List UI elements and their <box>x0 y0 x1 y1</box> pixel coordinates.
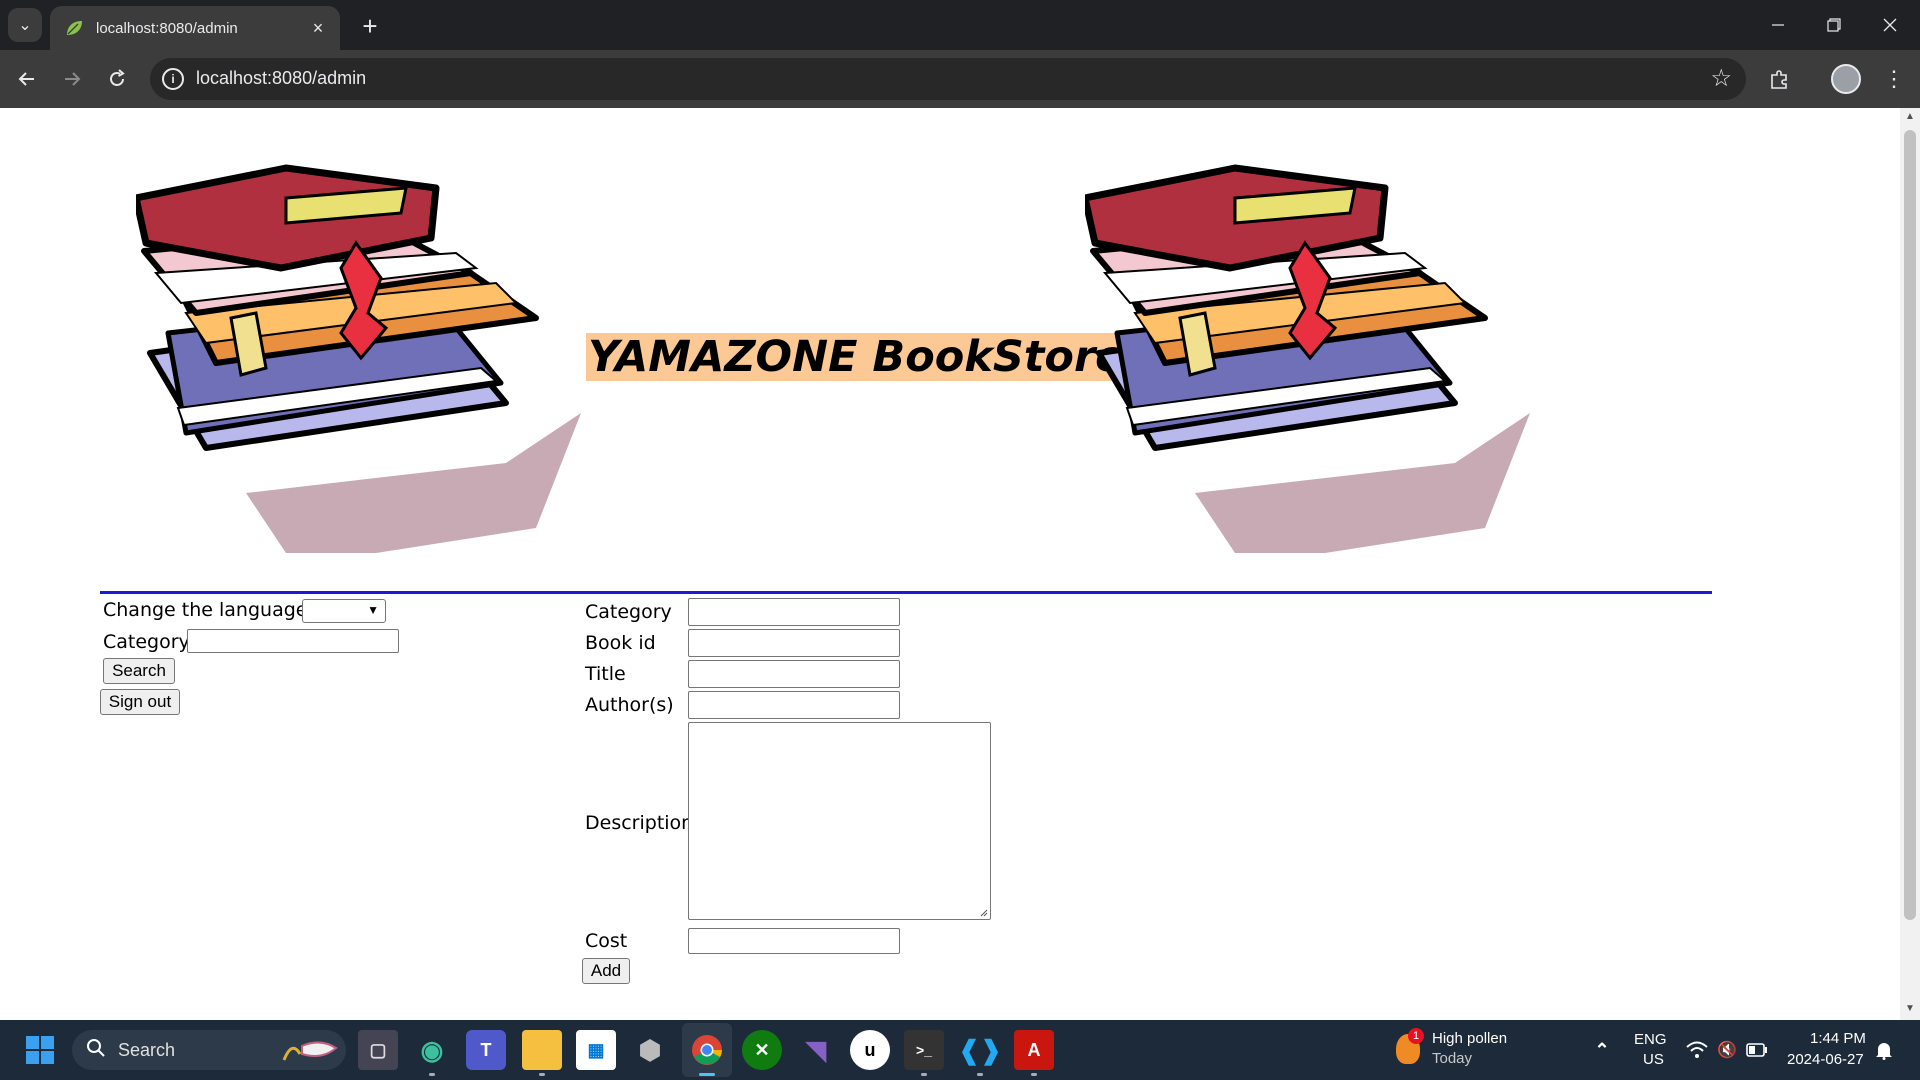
menu-kebab-icon[interactable]: ⋮ <box>1876 61 1912 97</box>
weather-title: High pollen <box>1432 1030 1508 1047</box>
task-view-icon[interactable]: ▢ <box>358 1030 398 1070</box>
teams-icon[interactable]: T <box>466 1030 506 1070</box>
battery-icon[interactable] <box>1744 1030 1770 1070</box>
sign-out-button[interactable]: Sign out <box>100 689 180 715</box>
back-arrow-icon[interactable] <box>9 61 45 97</box>
profile-avatar[interactable] <box>1828 61 1864 97</box>
address-url[interactable]: localhost:8080/admin <box>196 68 366 89</box>
sidebar-category-label: Category <box>103 631 190 653</box>
close-window-icon[interactable] <box>1862 0 1918 50</box>
wifi-icon[interactable] <box>1684 1030 1710 1070</box>
visual-studio-icon[interactable]: ◥ <box>796 1030 836 1070</box>
reload-icon[interactable] <box>99 61 135 97</box>
extensions-puzzle-icon[interactable] <box>1762 61 1798 97</box>
browser-tab-strip: ⌄ localhost:8080/admin × + <box>0 0 1920 50</box>
language-indicator-line2[interactable]: US <box>1643 1051 1664 1068</box>
description-label: Description <box>585 812 694 834</box>
search-icon <box>86 1038 106 1064</box>
book-stack-image-right <box>1085 164 1530 553</box>
taskbar-search-text: Search <box>118 1040 176 1060</box>
minimize-icon[interactable] <box>1750 0 1806 50</box>
cost-label: Cost <box>585 930 628 952</box>
cost-input[interactable] <box>688 928 900 954</box>
resize-grip-icon[interactable] <box>980 909 988 917</box>
description-textarea[interactable] <box>688 722 991 920</box>
tab-title: localhost:8080/admin <box>96 19 238 37</box>
edge-browser-icon[interactable]: ◉ <box>412 1030 452 1076</box>
sidebar-category-input[interactable] <box>187 629 399 653</box>
tab-search-button[interactable]: ⌄ <box>8 8 42 42</box>
clock-date[interactable]: 2024-06-27 <box>1787 1051 1864 1068</box>
forward-arrow-icon[interactable] <box>54 61 90 97</box>
chrome-icon[interactable] <box>687 1030 727 1076</box>
scrollbar-thumb[interactable] <box>1904 130 1916 920</box>
scroll-down-arrow-icon[interactable]: ▼ <box>1904 1003 1916 1017</box>
notification-bell-icon[interactable] <box>1870 1030 1898 1070</box>
restore-icon[interactable] <box>1806 0 1862 50</box>
leaf-icon <box>64 18 84 38</box>
authors-label: Author(s) <box>585 694 674 716</box>
unity-hub-icon[interactable]: ⬢ <box>630 1030 670 1070</box>
site-info-icon[interactable]: i <box>162 68 184 90</box>
title-label: Title <box>585 663 626 685</box>
language-select[interactable]: ▼ <box>302 599 386 623</box>
weather-badge: 1 <box>1408 1028 1424 1044</box>
unreal-engine-icon[interactable]: u <box>850 1030 890 1070</box>
browser-toolbar: i localhost:8080/admin ☆ ⋮ <box>0 50 1920 108</box>
book-stack-image-left <box>136 164 581 553</box>
acrobat-icon[interactable]: A <box>1014 1030 1054 1076</box>
search-highlight-image <box>282 1041 338 1061</box>
weather-subtitle: Today <box>1432 1050 1473 1067</box>
header-divider <box>100 591 1712 594</box>
clock-time[interactable]: 1:44 PM <box>1810 1030 1866 1047</box>
page-viewport: YAMAZONE BookStore Change the language: … <box>0 108 1900 1020</box>
form-category-input[interactable] <box>688 598 900 626</box>
book-id-input[interactable] <box>688 629 900 657</box>
form-category-label: Category <box>585 601 672 623</box>
book-id-label: Book id <box>585 632 656 654</box>
authors-input[interactable] <box>688 691 900 719</box>
vscode-icon[interactable]: ❰❱ <box>958 1030 1002 1076</box>
microsoft-store-icon[interactable]: ▦ <box>576 1030 616 1070</box>
address-bar[interactable]: i localhost:8080/admin ☆ <box>150 58 1746 100</box>
language-indicator-line1[interactable]: ENG <box>1634 1031 1667 1048</box>
language-label: Change the language: <box>103 599 314 621</box>
xbox-icon[interactable]: ✕ <box>742 1030 782 1070</box>
new-tab-button[interactable]: + <box>354 10 386 42</box>
terminal-icon[interactable]: >_ <box>904 1030 944 1076</box>
volume-muted-icon[interactable]: 🔇 <box>1714 1030 1740 1070</box>
windows-taskbar: Search ▢ ◉ T ▦ ⬢ ✕ ◥ u >_ ❰❱ A 1 High po… <box>0 1020 1920 1080</box>
add-button[interactable]: Add <box>582 958 630 984</box>
store-title: YAMAZONE BookStore <box>586 332 1127 382</box>
bookmark-star-icon[interactable]: ☆ <box>1710 64 1732 93</box>
title-input[interactable] <box>688 660 900 688</box>
scroll-up-arrow-icon[interactable]: ▲ <box>1904 111 1916 125</box>
file-explorer-icon[interactable] <box>522 1030 562 1076</box>
close-tab-icon[interactable]: × <box>306 16 330 40</box>
page-scrollbar[interactable]: ▲ ▼ <box>1900 108 1920 1020</box>
chevron-down-icon: ▼ <box>367 603 379 617</box>
chevron-up-icon[interactable]: ⌃ <box>1582 1030 1622 1070</box>
taskbar-search-box[interactable]: Search <box>72 1030 346 1070</box>
browser-tab[interactable]: localhost:8080/admin × <box>50 6 340 50</box>
search-button[interactable]: Search <box>103 658 175 684</box>
avatar-image <box>1831 64 1861 94</box>
chevron-down-icon: ⌄ <box>18 17 32 34</box>
windows-start-icon[interactable] <box>20 1030 60 1070</box>
